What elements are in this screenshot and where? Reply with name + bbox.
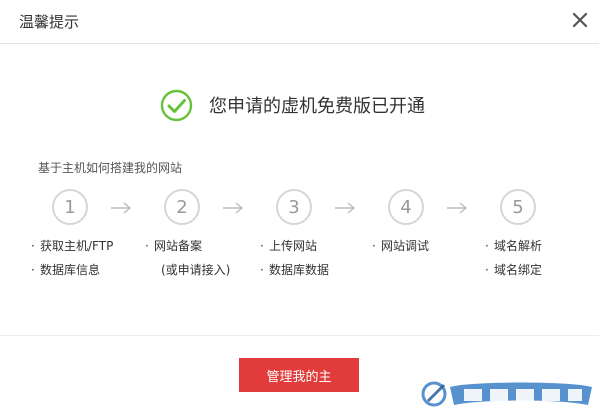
step-4-items: 网站调试 bbox=[372, 239, 429, 263]
close-icon bbox=[573, 13, 587, 27]
step-item: 数据库信息 bbox=[31, 263, 113, 287]
step-item: 域名解析 bbox=[485, 239, 542, 263]
step-item: 获取主机/FTP bbox=[31, 239, 113, 263]
step-item: 数据库数据 bbox=[260, 263, 329, 287]
step-1-circle: 1 bbox=[52, 189, 88, 225]
check-circle-icon bbox=[160, 89, 193, 121]
arrow-right-icon bbox=[111, 202, 132, 214]
dialog-title: 温馨提示 bbox=[19, 13, 80, 31]
dialog-header: 温馨提示 bbox=[0, 0, 599, 44]
steps-subtitle: 基于主机如何搭建我的网站 bbox=[38, 161, 183, 175]
arrow-right-icon bbox=[335, 202, 356, 214]
arrow-right-icon bbox=[223, 202, 244, 214]
step-item: (或申请接入) bbox=[161, 263, 231, 277]
manage-host-button[interactable]: 管理我的主 bbox=[239, 358, 359, 392]
step-item: 网站备案 bbox=[145, 239, 230, 263]
step-1-items: 获取主机/FTP 数据库信息 bbox=[31, 239, 113, 287]
step-item: 上传网站 bbox=[260, 239, 329, 263]
step-5-circle: 5 bbox=[500, 189, 536, 225]
step-2-items: 网站备案 (或申请接入) bbox=[145, 239, 230, 287]
step-2-circle: 2 bbox=[164, 189, 200, 225]
watermark-logo bbox=[421, 381, 592, 407]
step-item: 网站调试 bbox=[372, 239, 429, 263]
success-text: 您申请的虚机免费版已开通 bbox=[209, 96, 425, 117]
step-5-items: 域名解析 域名绑定 bbox=[485, 239, 542, 287]
success-message: 您申请的虚机免费版已开通 bbox=[160, 87, 425, 123]
close-button[interactable] bbox=[566, 6, 594, 34]
arrow-right-icon bbox=[447, 202, 468, 214]
footer-divider bbox=[0, 335, 599, 336]
step-4-circle: 4 bbox=[388, 189, 424, 225]
step-3-items: 上传网站 数据库数据 bbox=[260, 239, 329, 287]
step-item: 域名绑定 bbox=[485, 263, 542, 287]
step-3-circle: 3 bbox=[276, 189, 312, 225]
